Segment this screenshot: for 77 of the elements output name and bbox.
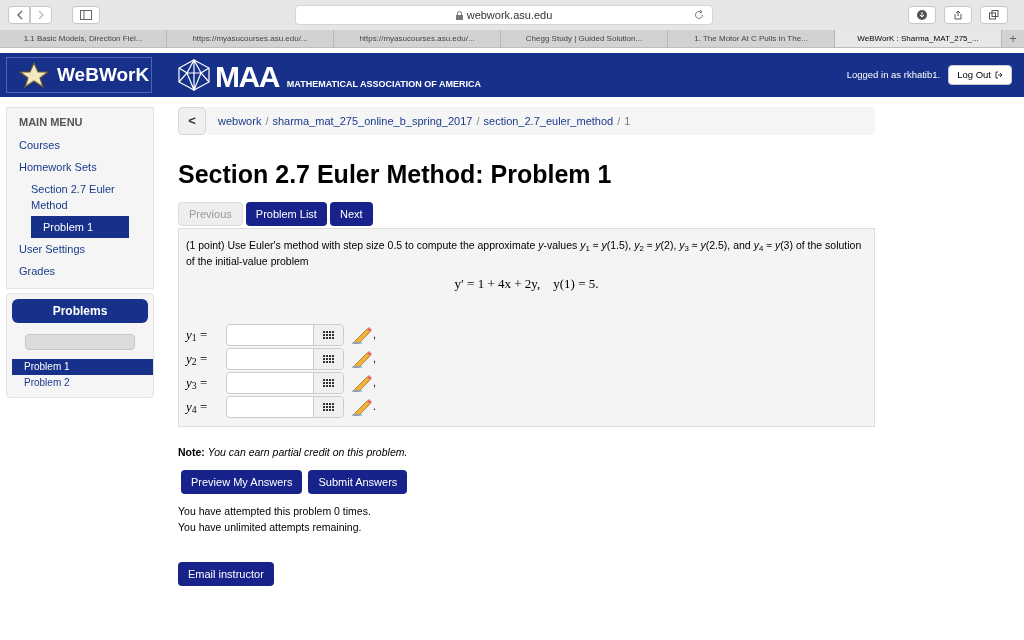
back-button[interactable]: <	[178, 107, 206, 135]
polyhedron-logo-icon	[177, 59, 211, 91]
pencil-icon[interactable]	[352, 349, 372, 368]
reload-icon[interactable]	[694, 10, 704, 20]
breadcrumb-link[interactable]: sharma_mat_275_online_b_spring_2017	[272, 112, 473, 130]
punctuation: ,	[373, 375, 377, 391]
keypad-icon	[323, 330, 334, 339]
equation-editor-button[interactable]	[313, 372, 343, 393]
new-tab-button[interactable]: +	[1002, 30, 1024, 47]
equation: y′ = 1 + 4x + 2y, y(1) = 5.	[453, 275, 600, 293]
problem-list-item[interactable]: Problem 2	[12, 374, 153, 391]
pencil-icon[interactable]	[352, 397, 372, 416]
attempts-text: You have attempted this problem 0 times.	[178, 504, 372, 520]
nav-button[interactable]: Next	[329, 202, 373, 226]
download-icon[interactable]	[908, 6, 936, 24]
forward-icon[interactable]	[30, 6, 52, 24]
breadcrumb-separator: /	[476, 113, 480, 129]
problems-heading: Problems	[12, 298, 148, 323]
breadcrumb-link[interactable]: webwork	[218, 112, 262, 130]
answer-label: y$_{2}$ =	[186, 349, 209, 369]
equation-editor-button[interactable]	[313, 396, 343, 417]
menu-heading: MAIN MENU	[18, 115, 84, 130]
punctuation: ,	[373, 351, 377, 367]
answer-label: y$_{4}$ =	[186, 397, 209, 417]
page-title: Section 2.7 Euler Method: Problem 1	[178, 159, 613, 189]
sidebar-toggle-icon[interactable]	[72, 6, 100, 24]
logo-text: WeBWorK	[57, 62, 150, 87]
sidebar-item[interactable]: Courses	[7, 133, 153, 156]
answer-field[interactable]	[226, 371, 344, 394]
share-icon[interactable]	[944, 6, 972, 24]
browser-tab[interactable]: 1.1 Basic Models, Direction Fiel...	[0, 30, 167, 47]
sidebar-item[interactable]: Homework Sets	[7, 155, 153, 178]
sidebar-item[interactable]: Grades	[7, 259, 153, 282]
keypad-icon	[323, 402, 334, 411]
sidebar-item[interactable]: User Settings	[7, 237, 153, 260]
star-logo-icon	[19, 62, 49, 88]
breadcrumb-link[interactable]: section_2.7_euler_method	[483, 112, 614, 130]
address-bar[interactable]: webwork.asu.edu	[295, 5, 713, 25]
problem-list-item[interactable]: Problem 1	[12, 358, 153, 375]
answer-field[interactable]	[226, 395, 344, 418]
answer-label: y$_{1}$ =	[186, 325, 209, 345]
keypad-icon	[323, 354, 334, 363]
sign-out-icon	[995, 71, 1003, 79]
email-button[interactable]: Email instructor	[178, 562, 274, 587]
back-icon[interactable]	[8, 6, 30, 24]
answer-field[interactable]	[226, 323, 344, 346]
attempts-text: You have unlimited attempts remaining.	[178, 520, 363, 536]
breadcrumb-separator: /	[617, 113, 621, 129]
browser-tab[interactable]: Chegg Study | Guided Solution...	[501, 30, 668, 47]
logout-button[interactable]: Log Out	[948, 65, 1012, 85]
browser-tab[interactable]: https://myasucourses.asu.edu/...	[167, 30, 334, 47]
tabs-overview-icon[interactable]	[980, 6, 1008, 24]
equation-editor-button[interactable]	[313, 348, 343, 369]
problem-text: (1 point) Use Euler's method with step size 0.5 to compute the approximate y-values y$_{1}$ ≈ y(1.5), y$_{2}$ ≈ y(2), y$_{3}$ ≈ y(2.5), and y$_{4}$ ≈ y(3) of the solution of the initial-value problem	[186, 238, 863, 269]
punctuation: .	[373, 399, 377, 415]
breadcrumb-separator: /	[265, 113, 269, 129]
equation-editor-button[interactable]	[313, 324, 343, 345]
nav-button[interactable]: Problem List	[245, 202, 327, 226]
submit-button[interactable]: Preview My Answers	[181, 470, 303, 495]
note-text: Note: You can earn partial credit on this problem.	[178, 444, 409, 460]
webwork-logo[interactable]: WeBWorK	[6, 57, 152, 93]
sidebar-item[interactable]: Section 2.7 Euler Method	[7, 177, 153, 216]
maa-name: MATHEMATICAL ASSOCIATION OF AMERICA	[286, 78, 481, 90]
login-status: Logged in as rkhatib1.	[846, 67, 941, 82]
address-text: webwork.asu.edu	[466, 7, 553, 23]
browser-tab[interactable]: https://myasucourses.asu.edu/...	[334, 30, 501, 47]
pencil-icon[interactable]	[352, 325, 372, 344]
punctuation: ,	[373, 327, 377, 343]
keypad-icon	[323, 378, 334, 387]
maa-logo-text: MAA	[215, 63, 279, 91]
pencil-icon[interactable]	[352, 373, 372, 392]
submit-button[interactable]: Submit Answers	[308, 470, 408, 495]
lock-icon	[455, 10, 463, 20]
browser-tab[interactable]: WeBWorK : Sharma_MAT_275_...	[835, 30, 1002, 47]
answer-field[interactable]	[226, 347, 344, 370]
answer-label: y$_{3}$ =	[186, 373, 209, 393]
sidebar-item[interactable]: Problem 1	[31, 215, 129, 238]
